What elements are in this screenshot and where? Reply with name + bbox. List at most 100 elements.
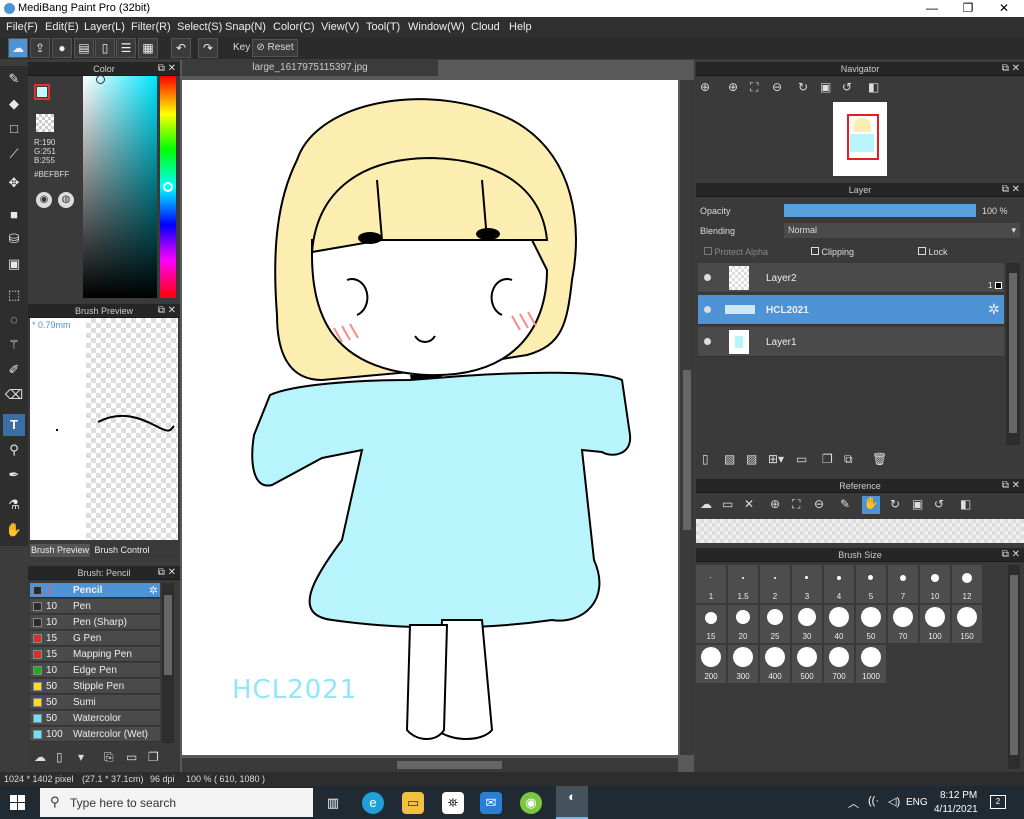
taskbar-search-box[interactable]: ⚲ Type here to search	[40, 788, 313, 817]
eyedropper-tool-icon[interactable]: ⚗	[3, 494, 25, 516]
menu-snap[interactable]: Snap(N)	[225, 21, 266, 33]
menu-view[interactable]: View(V)	[321, 21, 359, 33]
eraser-tool-icon[interactable]: ◆	[3, 93, 25, 115]
select-rect-tool-icon[interactable]: ⬚	[3, 284, 25, 306]
language-indicator[interactable]: ENG	[906, 797, 928, 808]
add-layer-menu-icon[interactable]: ⊞▾	[768, 452, 784, 466]
rotate-icon[interactable]: ↻	[890, 497, 900, 511]
brush-size-1[interactable]: 1	[696, 565, 726, 603]
brush-item-pen-sharp[interactable]: 10 Pen (Sharp)	[30, 615, 160, 630]
layer-row-layer1[interactable]: Layer1	[698, 327, 1004, 357]
menu-tool[interactable]: Tool(T)	[366, 21, 400, 33]
merge-layer-icon[interactable]: ⧉	[844, 452, 853, 467]
shape-tool-icon[interactable]: □	[3, 118, 25, 140]
panel-close-icon[interactable]: ⧉ ✕	[158, 62, 176, 76]
clipping-checkbox[interactable]: Clipping	[811, 247, 854, 257]
cloud-brush-icon[interactable]: ☁	[34, 750, 46, 764]
undo-icon[interactable]: ↶	[171, 38, 191, 58]
flip-icon[interactable]: ◧	[868, 80, 879, 94]
folder-icon[interactable]: ▭	[796, 452, 807, 466]
fill-rect-tool-icon[interactable]: ■	[3, 204, 25, 226]
brush-size-1000[interactable]: 1000	[856, 645, 886, 683]
network-icon[interactable]: ((·	[868, 795, 879, 807]
layer-row-layer2[interactable]: Layer2 1	[698, 263, 1004, 293]
file-explorer-icon[interactable]: ▭	[402, 792, 424, 814]
canvas-horizontal-scrollbar[interactable]	[182, 758, 678, 772]
brush-size-700[interactable]: 700	[824, 645, 854, 683]
palette-icon[interactable]: ◉	[36, 192, 52, 208]
brush-item-g-pen[interactable]: 15 G Pen	[30, 631, 160, 646]
fit-window-icon[interactable]: ⛶	[792, 497, 800, 512]
duplicate-layer-icon[interactable]: ❐	[822, 452, 833, 466]
brush-size-12[interactable]: 12	[952, 565, 982, 603]
panel-close-icon[interactable]: ⧉ ✕	[158, 566, 176, 580]
brush-size-20[interactable]: 20	[728, 605, 758, 643]
brush-size-15[interactable]: 15	[696, 605, 726, 643]
brush-item-pen[interactable]: 10 Pen	[30, 599, 160, 614]
task-view-icon[interactable]: ▥	[322, 792, 344, 814]
brush-item-mapping-pen[interactable]: 15 Mapping Pen	[30, 647, 160, 662]
menu-cloud[interactable]: Cloud	[471, 21, 500, 33]
saturation-value-picker[interactable]	[83, 76, 157, 298]
text-tool-icon[interactable]: T	[3, 414, 25, 436]
brush-size-150[interactable]: 150	[952, 605, 982, 643]
menu-edit[interactable]: Edit(E)	[45, 21, 79, 33]
fit-window-icon[interactable]: ⛶	[750, 80, 758, 95]
new-1bit-layer-icon[interactable]: ▨	[746, 452, 757, 466]
protect-alpha-checkbox[interactable]: Protect Alpha	[704, 247, 768, 257]
document-tab[interactable]: large_1617975115397.jpg	[182, 60, 438, 76]
brush-item-edge-pen[interactable]: 10 Edge Pen	[30, 663, 160, 678]
folder-icon[interactable]: ▭	[126, 750, 137, 764]
menu-layer[interactable]: Layer(L)	[84, 21, 125, 33]
close-icon[interactable]: ✕	[744, 497, 754, 511]
brush-item-pencil[interactable]: 3 Pencil ✲	[30, 583, 160, 598]
opacity-slider[interactable]	[784, 204, 976, 217]
mail-icon[interactable]: ✉	[480, 792, 502, 814]
clock-date[interactable]: 4/11/2021	[934, 804, 978, 815]
tab-brush-control[interactable]: Brush Control	[90, 544, 154, 557]
brush-size-1-5[interactable]: 1.5	[728, 565, 758, 603]
brush-size-25[interactable]: 25	[760, 605, 790, 643]
brush-size-7[interactable]: 7	[888, 565, 918, 603]
new-brush-icon[interactable]: ▯	[56, 750, 63, 764]
brush-size-3[interactable]: 3	[792, 565, 822, 603]
brush-tool-icon[interactable]: ✎	[3, 68, 25, 90]
zoom-in-icon[interactable]: ⊕	[770, 497, 780, 511]
scrollbar-thumb[interactable]	[164, 595, 172, 675]
visibility-icon[interactable]	[704, 274, 711, 281]
windows-start-icon[interactable]	[10, 795, 25, 810]
brush-item-sumi[interactable]: 50 Sumi	[30, 695, 160, 710]
magic-wand-tool-icon[interactable]: ⚚	[3, 334, 25, 356]
duplicate-icon[interactable]: ❐	[148, 750, 159, 764]
brush-list-scrollbar[interactable]	[162, 583, 174, 743]
add-brush-icon[interactable]: ▾	[78, 750, 84, 764]
brush-size-2[interactable]: 2	[760, 565, 790, 603]
comment-icon[interactable]: ●	[52, 38, 72, 58]
hand-tool-icon[interactable]: ✋	[3, 519, 25, 541]
move-tool-icon[interactable]: ✥	[3, 172, 25, 194]
gear-icon[interactable]: ✲	[988, 301, 1000, 318]
brush-item-stipple-pen[interactable]: 50 Stipple Pen	[30, 679, 160, 694]
brush-size-300[interactable]: 300	[728, 645, 758, 683]
brush-size-5[interactable]: 5	[856, 565, 886, 603]
zoom-out-icon[interactable]: ⊖	[814, 497, 824, 511]
zoom-fit-icon[interactable]: ⊕	[700, 80, 710, 94]
select-pen-tool-icon[interactable]: ✐	[3, 359, 25, 381]
new-halftone-layer-icon[interactable]: ▧	[724, 452, 735, 466]
brush-size-70[interactable]: 70	[888, 605, 918, 643]
tab-brush-preview[interactable]: Brush Preview	[30, 544, 90, 557]
scrollbar-thumb[interactable]	[1010, 575, 1018, 755]
menu-color[interactable]: Color(C)	[273, 21, 315, 33]
edge-browser-icon[interactable]: e	[362, 792, 384, 814]
store-icon[interactable]: ⛯	[442, 792, 464, 814]
close-icon[interactable]: ✕	[986, 0, 1022, 17]
divide-tool-icon[interactable]: ✒	[3, 464, 25, 486]
new-layer-icon[interactable]: ▯	[702, 452, 709, 466]
transparent-color-swatch[interactable]	[36, 114, 54, 132]
canvas-vertical-scrollbar[interactable]	[680, 80, 694, 755]
reset-view-icon[interactable]: ▣	[820, 80, 831, 94]
brush-size-4[interactable]: 4	[824, 565, 854, 603]
cloud-tool-icon[interactable]: ☁	[8, 38, 28, 58]
brush-item-watercolor-wet[interactable]: 100 Watercolor (Wet)	[30, 727, 160, 742]
menu-help[interactable]: Help	[509, 21, 532, 33]
